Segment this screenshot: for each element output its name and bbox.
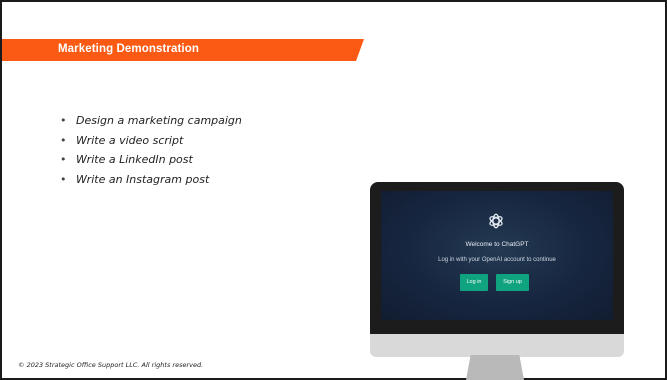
login-button[interactable]: Log in <box>460 274 488 291</box>
bullet-icon: • <box>60 114 67 127</box>
welcome-heading: Welcome to ChatGPT <box>465 241 529 248</box>
monitor-screen: Welcome to ChatGPT Log in with your Open… <box>381 191 613 320</box>
welcome-subtitle: Log in with your OpenAI account to conti… <box>438 257 556 263</box>
monitor-bezel: Welcome to ChatGPT Log in with your Open… <box>370 182 624 334</box>
monitor-image: Welcome to ChatGPT Log in with your Open… <box>370 182 624 357</box>
signup-button[interactable]: Sign up <box>496 274 529 291</box>
slide-title: Marketing Demonstration <box>58 43 199 55</box>
list-item: • Design a marketing campaign <box>60 114 242 127</box>
monitor-chin <box>370 334 624 357</box>
bullet-icon: • <box>60 153 67 166</box>
list-item: • Write an Instagram post <box>60 172 210 186</box>
copyright-footer: © 2023 Strategic Office Support LLC. All… <box>18 361 204 369</box>
monitor-stand <box>466 355 524 380</box>
bullet-list: • Design a marketing campaign • Write a vi… <box>60 114 242 192</box>
list-item: • Write a video script <box>60 133 184 147</box>
bullet-icon: • <box>60 172 67 186</box>
bullet-icon: • <box>60 133 67 147</box>
list-item: • Write a LinkedIn post <box>60 153 193 166</box>
slide: Marketing Demonstration • Design a market… <box>0 0 667 380</box>
openai-logo-icon <box>489 213 503 229</box>
